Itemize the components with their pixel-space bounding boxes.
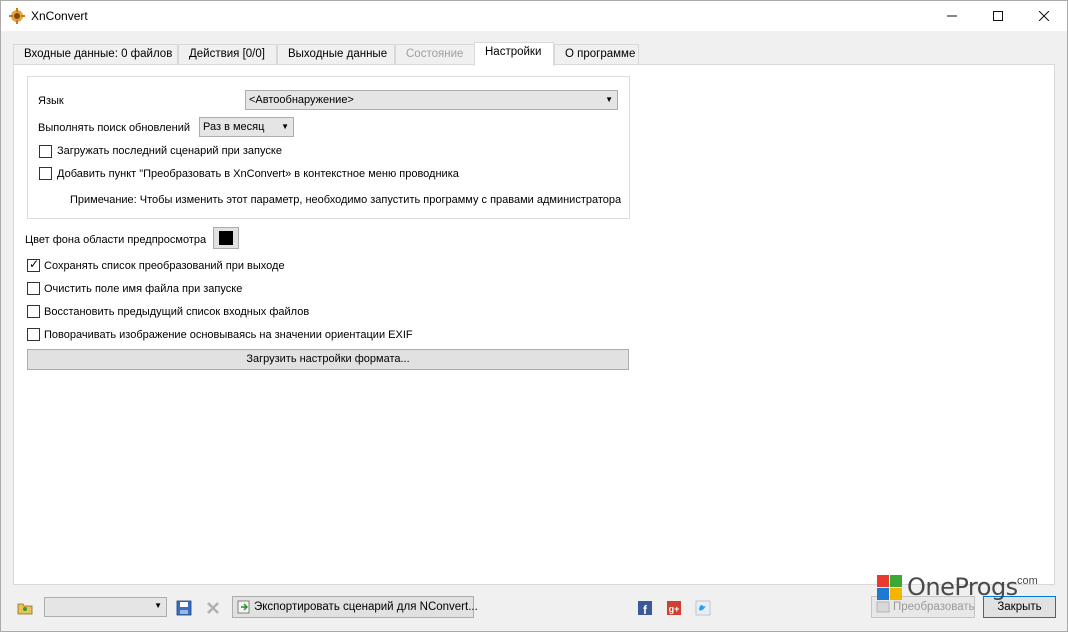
maximize-icon [993,11,1003,21]
tab-output[interactable]: Выходные данные [277,44,395,65]
oneprogs-logo-icon [877,575,902,600]
clear-filename-checkbox[interactable] [27,282,40,295]
save-icon[interactable] [176,600,192,616]
restore-inputs-checkbox[interactable] [27,305,40,318]
tab-actions[interactable]: Действия [0/0] [178,44,277,65]
open-folder-icon[interactable] [17,600,33,616]
minimize-icon [947,15,957,17]
export-icon [237,600,250,614]
tab-status: Состояние [395,44,475,65]
save-list-label: Сохранять список преобразований при выхо… [44,260,285,272]
load-last-script-checkbox[interactable] [39,145,52,158]
tab-about[interactable]: О программе [554,44,639,65]
checkmark-icon: ✓ [29,257,40,271]
close-window-button[interactable] [1021,1,1067,31]
chevron-down-icon: ▼ [154,601,162,610]
restore-inputs-label: Восстановить предыдущий список входных ф… [44,306,310,318]
general-settings-group: Язык <Автообнаружение> ▼ Выполнять поиск… [27,76,630,219]
export-script-label: Экспортировать сценарий для NConvert... [254,601,478,613]
save-list-checkbox[interactable]: ✓ [27,257,40,272]
chevron-down-icon: ▼ [605,95,613,104]
load-last-script-label: Загружать последний сценарий при запуске [57,145,282,157]
language-label: Язык [38,95,64,107]
clear-filename-label: Очистить поле имя файла при запуске [44,283,243,295]
window-title: XnConvert [31,9,88,23]
watermark-suffix: .com [1014,575,1038,587]
close-icon [1038,10,1050,22]
xnconvert-app-icon [9,8,25,24]
context-menu-checkbox[interactable] [39,167,52,180]
script-select[interactable]: ▼ [44,597,167,617]
chevron-down-icon: ▼ [281,122,289,131]
admin-note: Примечание: Чтобы изменить этот параметр… [70,194,622,206]
export-script-button[interactable]: Экспортировать сценарий для NConvert... [232,596,478,618]
app-window: XnConvert Входные данные: 0 файлов Дейст… [0,0,1068,632]
minimize-button[interactable] [929,1,975,31]
watermark: OneProgs .com [877,573,1047,607]
watermark-text: OneProgs [907,573,1018,601]
tab-settings[interactable]: Настройки [474,42,554,66]
load-format-settings-button[interactable]: Загрузить настройки формата... [27,349,629,370]
color-swatch [219,231,233,245]
delete-icon [207,602,219,614]
preview-bg-color-button[interactable] [213,227,239,249]
exif-rotate-label: Поворачивать изображение основываясь на … [44,329,413,341]
update-check-label: Выполнять поиск обновлений [38,122,191,134]
context-menu-label: Добавить пункт "Преобразовать в XnConver… [57,168,459,180]
exif-rotate-checkbox[interactable] [27,328,40,341]
svg-text:g+: g+ [669,604,680,614]
language-select-value: <Автообнаружение> [249,94,354,106]
preview-bg-label: Цвет фона области предпросмотра [25,234,207,246]
google-plus-icon[interactable]: g+ [666,600,682,616]
update-frequency-select[interactable]: Раз в месяц ▼ [199,117,294,137]
maximize-button[interactable] [975,1,1021,31]
update-frequency-value: Раз в месяц [203,121,265,133]
tab-input[interactable]: Входные данные: 0 файлов [13,44,178,65]
language-select[interactable]: <Автообнаружение> ▼ [245,90,618,110]
facebook-icon[interactable]: f [637,600,653,616]
settings-panel: Язык <Автообнаружение> ▼ Выполнять поиск… [13,64,1055,585]
title-bar: XnConvert [1,1,1067,31]
twitter-icon[interactable] [695,600,711,616]
